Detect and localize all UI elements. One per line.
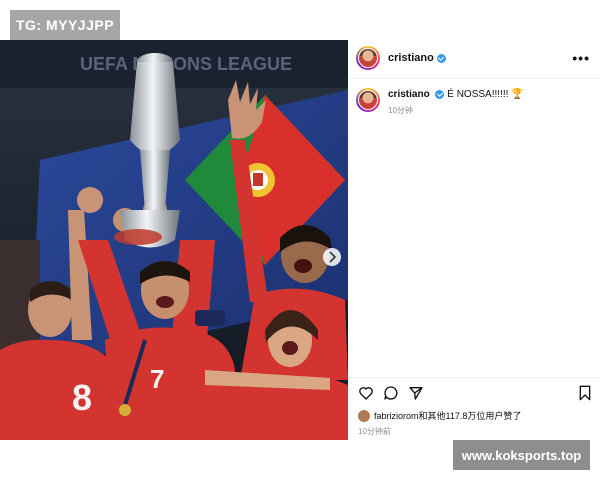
- jersey-number-left: 8: [72, 377, 92, 418]
- caption: cristiano É NOSSA!!!!!! 🏆 10分钟: [356, 88, 524, 118]
- share-icon[interactable]: [408, 385, 424, 401]
- author-username[interactable]: cristiano: [388, 52, 434, 64]
- comment-icon[interactable]: [383, 385, 399, 401]
- author-avatar[interactable]: [356, 46, 380, 70]
- caption-text: É NOSSA!!!!!!: [447, 89, 509, 100]
- watermark-bottom: www.koksports.top: [453, 440, 590, 470]
- bookmark-icon[interactable]: [578, 385, 592, 401]
- post-image[interactable]: UEFA NATIONS LEAGUE 8 7: [0, 40, 348, 440]
- post-panel: cristiano ••• cristiano É NOSSA!!!!!! 🏆 …: [348, 40, 600, 440]
- watermark-top: TG: MYYJJPP: [10, 10, 120, 40]
- heart-icon[interactable]: [358, 385, 374, 401]
- likes-summary[interactable]: fabriziorom和其他117.8万位用户赞了: [358, 409, 521, 422]
- svg-text:UEFA NATIONS LEAGUE: UEFA NATIONS LEAGUE: [80, 54, 292, 74]
- liker-avatar: [358, 409, 370, 422]
- likes-text: fabriziorom和其他117.8万位用户赞了: [374, 411, 522, 421]
- post-time: 10分钟前: [358, 427, 391, 436]
- actions-bar: [348, 377, 600, 408]
- verified-icon: [436, 53, 446, 63]
- jersey-number-center: 7: [150, 364, 164, 394]
- caption-time: 10分钟: [388, 106, 413, 115]
- caption-username[interactable]: cristiano: [388, 89, 430, 100]
- trophy-icon: 🏆: [511, 89, 524, 100]
- more-icon[interactable]: •••: [572, 50, 590, 66]
- verified-icon: [435, 89, 445, 99]
- next-image-button: [323, 248, 341, 266]
- caption-avatar[interactable]: [356, 88, 380, 112]
- post-header: cristiano •••: [348, 40, 600, 79]
